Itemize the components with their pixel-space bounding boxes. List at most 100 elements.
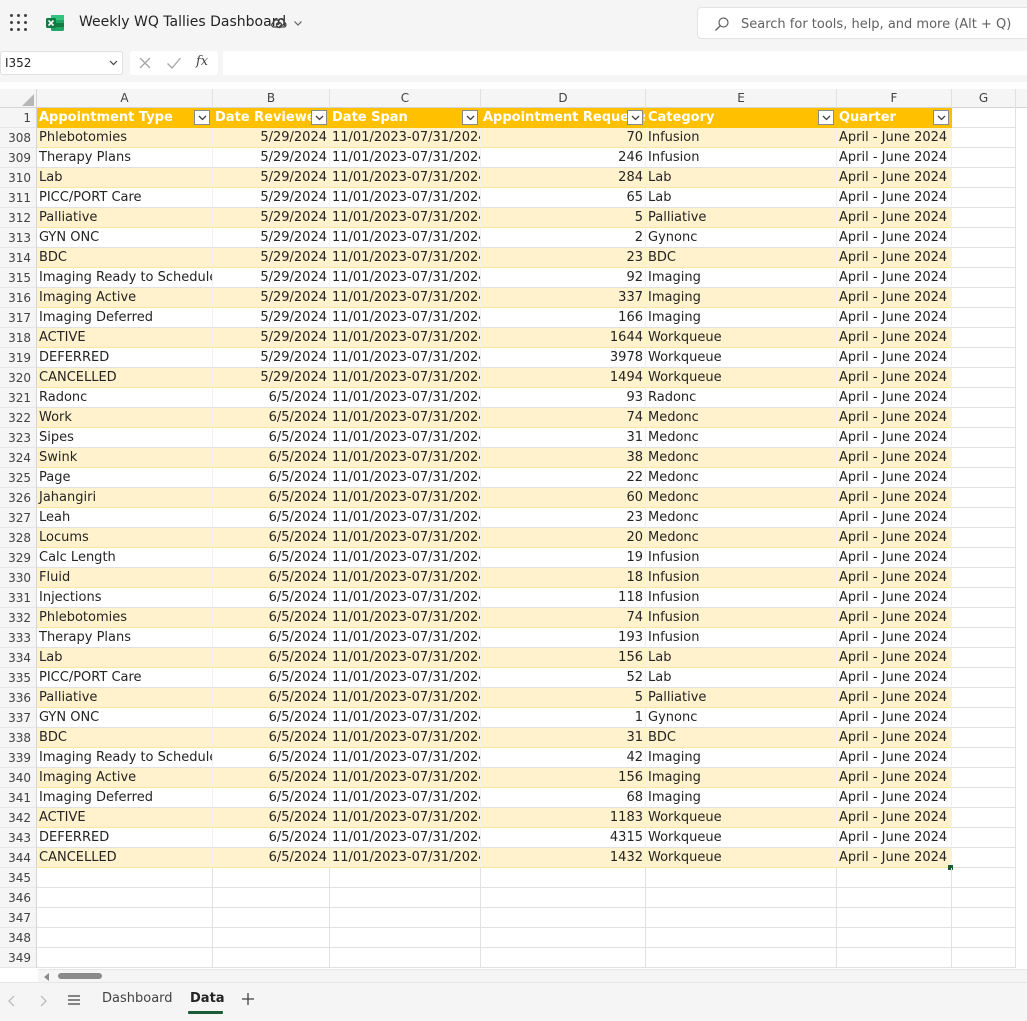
cell[interactable]: 11/01/2023-07/31/2024 [330, 648, 481, 668]
cell[interactable]: 11/01/2023-07/31/2024 [330, 228, 481, 248]
cell[interactable]: ACTIVE [37, 808, 213, 828]
document-title[interactable]: Weekly WQ Tallies Dashboard [79, 14, 286, 30]
cell[interactable]: April - June 2024 [837, 348, 952, 368]
cell[interactable]: BDC [646, 728, 837, 748]
cell[interactable]: 11/01/2023-07/31/2024 [330, 268, 481, 288]
row-number[interactable]: 314 [0, 248, 37, 268]
row-number[interactable]: 347 [0, 908, 37, 928]
cell[interactable]: Calc Length [37, 548, 213, 568]
cell[interactable]: 6/5/2024 [213, 648, 330, 668]
cell[interactable]: Palliative [37, 688, 213, 708]
cell[interactable]: 92 [481, 268, 646, 288]
cell[interactable]: GYN ONC [37, 708, 213, 728]
scroll-left-icon[interactable] [44, 973, 50, 981]
cell[interactable]: 5/29/2024 [213, 328, 330, 348]
cell[interactable]: 11/01/2023-07/31/2024 [330, 608, 481, 628]
cell[interactable] [646, 908, 837, 928]
cell[interactable]: April - June 2024 [837, 408, 952, 428]
cell[interactable]: Imaging Deferred [37, 308, 213, 328]
header-cell[interactable]: Appointment Requests [481, 108, 646, 128]
cell[interactable]: 1 [481, 708, 646, 728]
cell[interactable]: 19 [481, 548, 646, 568]
cell[interactable] [330, 888, 481, 908]
cell[interactable]: 1644 [481, 328, 646, 348]
cell[interactable]: Imaging Ready to Schedule [37, 268, 213, 288]
row-number[interactable]: 345 [0, 868, 37, 888]
cell[interactable] [952, 508, 1016, 528]
row-number[interactable]: 313 [0, 228, 37, 248]
header-cell[interactable]: Date Reviewed [213, 108, 330, 128]
row-number[interactable]: 348 [0, 928, 37, 948]
cell[interactable] [952, 628, 1016, 648]
row-number[interactable]: 324 [0, 448, 37, 468]
cell[interactable]: 65 [481, 188, 646, 208]
cell[interactable]: Medonc [646, 428, 837, 448]
filter-dropdown-button[interactable] [311, 110, 327, 125]
cell[interactable]: 193 [481, 628, 646, 648]
cell[interactable]: 284 [481, 168, 646, 188]
insert-function-button[interactable]: fx [196, 54, 208, 69]
cell[interactable]: April - June 2024 [837, 468, 952, 488]
cell[interactable]: Imaging Deferred [37, 788, 213, 808]
cell[interactable]: Workqueue [646, 328, 837, 348]
cell[interactable]: 5 [481, 688, 646, 708]
cell[interactable]: 6/5/2024 [213, 508, 330, 528]
cell[interactable]: 6/5/2024 [213, 628, 330, 648]
cell[interactable] [952, 408, 1016, 428]
cell[interactable]: 23 [481, 248, 646, 268]
cell[interactable] [330, 908, 481, 928]
next-sheet-icon[interactable] [38, 995, 48, 1007]
cell[interactable]: 74 [481, 608, 646, 628]
enter-check-icon[interactable] [166, 56, 182, 70]
cell[interactable] [37, 948, 213, 968]
row-number[interactable]: 1 [0, 108, 37, 128]
cell[interactable]: 31 [481, 428, 646, 448]
scrollbar-thumb[interactable] [58, 973, 102, 979]
cell[interactable] [952, 668, 1016, 688]
cell[interactable]: Therapy Plans [37, 148, 213, 168]
cell[interactable] [837, 888, 952, 908]
cell[interactable] [952, 248, 1016, 268]
cell[interactable]: 5/29/2024 [213, 348, 330, 368]
cell[interactable]: 156 [481, 648, 646, 668]
cell[interactable]: Palliative [646, 208, 837, 228]
cell[interactable]: Workqueue [646, 368, 837, 388]
cell[interactable]: Medonc [646, 488, 837, 508]
row-number[interactable]: 334 [0, 648, 37, 668]
add-sheet-icon[interactable] [241, 992, 255, 1006]
cell[interactable]: 5/29/2024 [213, 228, 330, 248]
row-number[interactable]: 331 [0, 588, 37, 608]
cell[interactable]: 6/5/2024 [213, 428, 330, 448]
row-number[interactable]: 318 [0, 328, 37, 348]
cell[interactable]: Infusion [646, 588, 837, 608]
cell[interactable]: CANCELLED [37, 368, 213, 388]
row-number[interactable]: 322 [0, 408, 37, 428]
row-number[interactable]: 336 [0, 688, 37, 708]
cell[interactable]: April - June 2024 [837, 648, 952, 668]
name-box[interactable]: I352 [0, 51, 123, 75]
cell[interactable] [330, 868, 481, 888]
cell[interactable]: 11/01/2023-07/31/2024 [330, 308, 481, 328]
previous-sheet-icon[interactable] [7, 995, 17, 1007]
cell[interactable]: Page [37, 468, 213, 488]
cell[interactable] [213, 928, 330, 948]
cell[interactable]: April - June 2024 [837, 328, 952, 348]
cell[interactable]: 20 [481, 528, 646, 548]
cell[interactable]: Imaging [646, 768, 837, 788]
cell[interactable]: Swink [37, 448, 213, 468]
cell[interactable]: 11/01/2023-07/31/2024 [330, 368, 481, 388]
cell[interactable]: Radonc [646, 388, 837, 408]
cell[interactable]: Lab [37, 648, 213, 668]
cell[interactable] [952, 468, 1016, 488]
cell[interactable] [213, 888, 330, 908]
cell[interactable]: Infusion [646, 628, 837, 648]
cell[interactable]: 6/5/2024 [213, 448, 330, 468]
cell[interactable] [481, 908, 646, 928]
cell[interactable]: 2 [481, 228, 646, 248]
cell[interactable] [952, 168, 1016, 188]
cell[interactable]: 31 [481, 728, 646, 748]
cell[interactable]: 5/29/2024 [213, 288, 330, 308]
cell[interactable]: 11/01/2023-07/31/2024 [330, 848, 481, 868]
select-all-button[interactable] [0, 89, 37, 108]
cell[interactable]: 6/5/2024 [213, 588, 330, 608]
